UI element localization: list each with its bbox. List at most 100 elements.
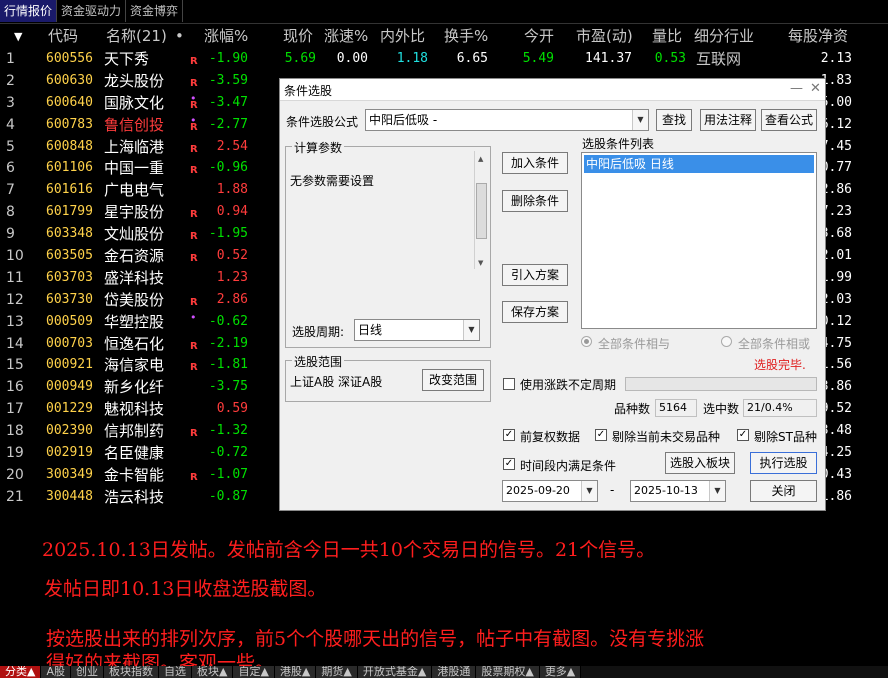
range-group: 选股范围 上证A股 深证A股 改变范围: [285, 353, 491, 402]
bottom-tab[interactable]: 板块▲: [192, 666, 234, 678]
add-condition-button[interactable]: 加入条件: [502, 152, 568, 174]
all-or-label: 全部条件相或: [738, 337, 811, 351]
stock-name: 海信家电: [104, 356, 165, 375]
pre-adjust-checkbox[interactable]: ✓: [503, 429, 515, 441]
header-turnover[interactable]: 换手%: [444, 24, 488, 48]
chevron-down-icon: ▼: [463, 320, 479, 340]
tab-quote[interactable]: 行情报价: [0, 0, 58, 22]
row-index: 2: [6, 72, 15, 89]
row-index: 13: [6, 313, 24, 330]
stock-name: 恒逸石化: [104, 334, 165, 353]
change-pct: 2.86: [216, 291, 248, 307]
header-io[interactable]: 内外比: [380, 24, 425, 48]
condition-select-dialog: 条件选股 — ✕ 条件选股公式 中阳后低吸 - ▼ 查找 用法注释 查看公式 计…: [279, 78, 826, 511]
date-from-picker[interactable]: 2025-09-20 ▼: [502, 480, 598, 502]
header-vr[interactable]: 量比: [652, 24, 682, 48]
stock-name: 金石资源: [104, 247, 165, 266]
change-range-button[interactable]: 改变范围: [422, 369, 484, 391]
header-code[interactable]: 代码: [48, 24, 78, 48]
import-plan-button[interactable]: 引入方案: [502, 264, 568, 286]
row-index: 6: [6, 160, 15, 177]
stock-code: 002919: [46, 445, 93, 461]
change-pct: 1.23: [216, 269, 248, 285]
variable-period-checkbox[interactable]: [503, 378, 515, 390]
date-to-value: 2025-10-13: [634, 484, 698, 497]
change-pct: -0.72: [208, 445, 248, 461]
minimize-icon[interactable]: —: [790, 81, 803, 96]
header-nav[interactable]: 每股净资: [788, 24, 848, 48]
condition-list-item[interactable]: 中阳后低吸 日线: [584, 155, 814, 173]
find-button[interactable]: 查找: [656, 109, 692, 131]
stock-name: 盛洋科技: [104, 268, 165, 287]
date-to-picker[interactable]: 2025-10-13 ▼: [630, 480, 726, 502]
header-pe[interactable]: 市盈(动): [576, 24, 633, 48]
dialog-titlebar[interactable]: 条件选股 — ✕: [280, 79, 825, 101]
all-and-radio[interactable]: [581, 336, 592, 347]
stock-name: 金卡智能: [104, 465, 165, 484]
scroll-down-icon[interactable]: ▼: [478, 259, 483, 267]
stock-name: 魅视科技: [104, 400, 165, 419]
exclude-st-checkbox[interactable]: ✓: [737, 429, 749, 441]
variable-period-label: 使用涨跌不定周期: [520, 378, 617, 392]
top-tabs: 行情报价 资金驱动力 资金博弈: [0, 0, 888, 24]
bottom-tab[interactable]: 港股通: [432, 666, 477, 678]
stock-name: 上海临港: [104, 137, 165, 156]
header-price[interactable]: 现价: [283, 24, 313, 48]
row-index: 10: [6, 248, 24, 265]
stock-name: 中国一重: [104, 159, 165, 178]
period-label: 选股周期:: [292, 325, 345, 339]
stock-name: 天下秀: [104, 50, 150, 68]
bottom-tab[interactable]: 创业: [71, 666, 104, 678]
header-speed[interactable]: 涨速%: [324, 24, 368, 48]
params-scrollbar[interactable]: ▲ ▼: [474, 151, 488, 269]
bottom-tab[interactable]: 开放式基金▲: [357, 666, 433, 678]
condition-list-label: 选股条件列表: [582, 137, 655, 151]
execute-button[interactable]: 执行选股: [750, 452, 817, 474]
exclude-untraded-label: 剔除当前未交易品种: [612, 430, 721, 444]
change-pct: 1.88: [216, 182, 248, 198]
delete-condition-button[interactable]: 删除条件: [502, 190, 568, 212]
close-button[interactable]: 关闭: [750, 480, 817, 502]
all-and-label: 全部条件相与: [598, 337, 671, 351]
change-pct: -1.32: [208, 423, 248, 439]
save-plan-button[interactable]: 保存方案: [502, 301, 568, 323]
view-formula-button[interactable]: 查看公式: [761, 109, 817, 131]
bottom-tab[interactable]: 自选: [159, 666, 192, 678]
stock-name: 文灿股份: [104, 225, 165, 244]
dialog-title: 条件选股: [284, 84, 333, 98]
bottom-tab[interactable]: 期货▲: [316, 666, 358, 678]
scroll-up-icon[interactable]: ▲: [478, 155, 483, 163]
bottom-tab[interactable]: 港股▲: [274, 666, 317, 678]
bottom-tab[interactable]: 自定▲: [233, 666, 275, 678]
time-condition-checkbox[interactable]: ✓: [503, 458, 515, 470]
usage-button[interactable]: 用法注释: [700, 109, 756, 131]
formula-select[interactable]: 中阳后低吸 - ▼: [365, 109, 649, 131]
exclude-untraded-checkbox[interactable]: ✓: [595, 429, 607, 441]
header-open[interactable]: 今开: [524, 24, 554, 48]
table-row[interactable]: 1 600556 天下秀 R -1.90 5.69 0.00 1.18 6.65 5.49 141.…: [0, 48, 888, 70]
period-select[interactable]: 日线 ▼: [354, 319, 480, 341]
stock-code: 600848: [46, 138, 93, 154]
tab-fund-game[interactable]: 资金博弈: [126, 0, 184, 22]
all-or-radio[interactable]: [721, 336, 732, 347]
header-name[interactable]: 名称(21): [106, 24, 167, 48]
sort-down-icon[interactable]: ▼: [14, 25, 22, 49]
nav-per-share: 2.13: [820, 51, 852, 66]
change-pct: -0.96: [208, 160, 248, 176]
condition-list[interactable]: 中阳后低吸 日线: [581, 152, 817, 329]
change-pct: -1.07: [208, 466, 248, 482]
header-industry[interactable]: 细分行业: [694, 24, 754, 48]
header-chg[interactable]: 涨幅%: [204, 24, 248, 48]
bottom-tab[interactable]: 股票期权▲: [476, 666, 540, 678]
scroll-thumb[interactable]: [476, 183, 487, 239]
stock-code: 001229: [46, 401, 93, 417]
bottom-tab[interactable]: 板块指数: [104, 666, 159, 678]
tab-fund-drive[interactable]: 资金驱动力: [57, 0, 127, 22]
close-icon[interactable]: ✕: [810, 81, 821, 96]
count-field: 5164: [655, 399, 697, 417]
change-pct: 0.52: [216, 248, 248, 264]
add-to-block-button[interactable]: 选股入板块: [665, 452, 735, 474]
bottom-tab[interactable]: 分类▲: [0, 666, 42, 678]
bottom-tab[interactable]: 更多▲: [539, 666, 582, 678]
bottom-tab[interactable]: A股: [41, 666, 71, 678]
